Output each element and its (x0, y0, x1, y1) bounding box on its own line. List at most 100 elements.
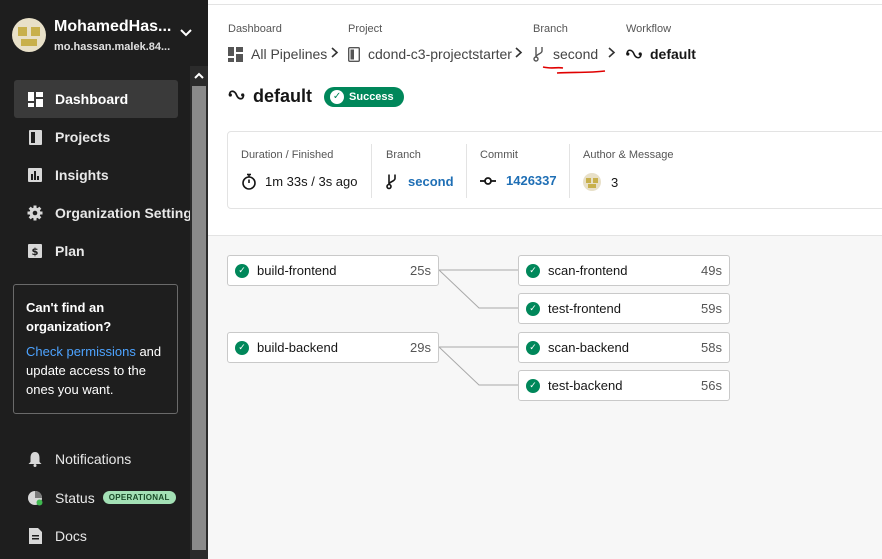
breadcrumb-value: All Pipelines (251, 46, 328, 62)
job-name: test-frontend (548, 301, 621, 316)
nav-label: Projects (55, 129, 111, 145)
job-duration: 56s (701, 378, 722, 393)
job-name: test-backend (548, 378, 623, 393)
nav-item-organization-settings[interactable]: Organization Settings (14, 194, 200, 232)
chevron-up-icon[interactable] (190, 66, 208, 84)
commit-value: 1426337 (506, 173, 557, 188)
user-name: MohamedHas... (54, 18, 172, 35)
summary-label: Commit (480, 149, 518, 161)
workflow-icon (228, 88, 245, 106)
branch-value: second (408, 174, 454, 189)
nav-label: Plan (55, 243, 85, 259)
red-annotation-underline (542, 66, 606, 74)
check-icon: ✓ (526, 378, 540, 393)
nav-item-status[interactable]: Status OPERATIONAL (14, 479, 190, 518)
nav-item-dashboard[interactable]: Dashboard (14, 80, 178, 118)
project-icon (348, 46, 360, 62)
check-icon: ✓ (235, 340, 249, 355)
nav-item-notifications[interactable]: Notifications (14, 440, 190, 479)
branch-icon (533, 46, 545, 62)
job-scan-backend[interactable]: ✓ scan-backend 58s (518, 332, 730, 363)
avatar (12, 18, 46, 52)
scroll-thumb[interactable] (192, 86, 206, 550)
plan-icon: $ (27, 243, 43, 259)
nav-label: Organization Settings (55, 205, 200, 221)
commit-icon (480, 176, 496, 186)
job-name: scan-backend (548, 340, 629, 355)
breadcrumb-dashboard[interactable]: Dashboard All Pipelines (228, 23, 327, 62)
workflow-header: Dashboard All Pipelines Project cdond-c3… (208, 0, 882, 236)
svg-text:$: $ (32, 247, 39, 258)
summary-label: Duration / Finished (241, 149, 334, 161)
job-duration: 58s (701, 340, 722, 355)
workflow-name: default (253, 86, 313, 106)
gear-icon (27, 205, 43, 221)
job-test-frontend[interactable]: ✓ test-frontend 59s (518, 293, 730, 324)
breadcrumb-workflow[interactable]: Workflow default (626, 23, 696, 62)
bell-icon (27, 451, 43, 468)
user-menu[interactable]: MohamedHas... mo.hassan.malek.84... (12, 18, 197, 58)
chevron-right-icon (608, 46, 616, 61)
job-duration: 25s (410, 263, 431, 278)
job-scan-frontend[interactable]: ✓ scan-frontend 49s (518, 255, 730, 286)
nav-label: Insights (55, 167, 109, 183)
author-message: 3 (611, 174, 619, 190)
check-permissions-link[interactable]: Check permissions (26, 344, 136, 359)
user-email: mo.hassan.malek.84... (54, 41, 171, 53)
nav-label: Status (55, 489, 95, 506)
bottom-nav: Notifications Status OPERATIONAL Docs (14, 440, 190, 556)
nav-label: Docs (55, 528, 87, 545)
projects-icon (27, 129, 43, 145)
check-icon: ✓ (526, 340, 540, 355)
sidebar-scrollbar[interactable] (190, 66, 208, 559)
breadcrumb-value: second (553, 46, 599, 62)
author-avatar (583, 173, 601, 191)
nav-item-projects[interactable]: Projects (14, 118, 178, 156)
job-build-backend[interactable]: ✓ build-backend 29s (227, 332, 439, 363)
breadcrumb-label: Workflow (626, 23, 672, 35)
summary-label: Author & Message (583, 149, 674, 161)
summary-label: Branch (386, 149, 421, 161)
nav-label: Dashboard (55, 91, 129, 107)
check-icon: ✓ (526, 263, 540, 278)
status-text: Success (349, 90, 394, 103)
insights-icon (27, 167, 43, 183)
nav-item-insights[interactable]: Insights (14, 156, 178, 194)
branch-link[interactable]: second (386, 173, 454, 190)
sidebar: MohamedHas... mo.hassan.malek.84... Dash… (0, 0, 208, 559)
job-name: build-backend (257, 340, 338, 355)
main-nav: Dashboard Projects Insights Organization… (14, 80, 200, 270)
breadcrumb-project[interactable]: Project cdond-c3-projectstarter (348, 23, 512, 62)
org-help-box: Can't find an organization? Check permis… (13, 284, 178, 414)
check-icon: ✓ (235, 263, 249, 278)
nav-item-docs[interactable]: Docs (14, 517, 190, 556)
commit-link[interactable]: 1426337 (480, 173, 557, 188)
duration-value: 1m 33s / 3s ago (265, 174, 358, 189)
pipelines-icon (228, 46, 243, 62)
pipeline-graph: ✓ build-frontend 25s ✓ scan-frontend 49s… (208, 236, 882, 559)
job-duration: 29s (410, 340, 431, 355)
breadcrumb-value: cdond-c3-projectstarter (368, 46, 512, 62)
breadcrumb-value: default (650, 46, 696, 62)
workflow-icon (626, 48, 642, 60)
breadcrumb-label: Branch (533, 23, 568, 35)
status-badge: OPERATIONAL (102, 491, 176, 505)
chevron-right-icon (515, 46, 523, 61)
nav-item-plan[interactable]: $ Plan (14, 232, 178, 270)
nav-label: Notifications (55, 451, 132, 468)
status-badge: ✓ Success (324, 86, 404, 107)
status-icon (27, 490, 43, 506)
breadcrumb-branch[interactable]: Branch second (533, 23, 598, 62)
check-icon: ✓ (330, 89, 345, 104)
breadcrumb-label: Dashboard (228, 23, 282, 35)
org-help-title: Can't find an organization? (26, 300, 112, 334)
chevron-right-icon (331, 46, 339, 61)
job-build-frontend[interactable]: ✓ build-frontend 25s (227, 255, 439, 286)
job-test-backend[interactable]: ✓ test-backend 56s (518, 370, 730, 401)
org-help-body: Check permissions and update access to t… (26, 342, 165, 399)
chevron-down-icon[interactable] (180, 26, 192, 40)
dashboard-icon (27, 91, 43, 107)
main-content: Dashboard All Pipelines Project cdond-c3… (208, 0, 882, 559)
job-name: scan-frontend (548, 263, 628, 278)
job-name: build-frontend (257, 263, 337, 278)
